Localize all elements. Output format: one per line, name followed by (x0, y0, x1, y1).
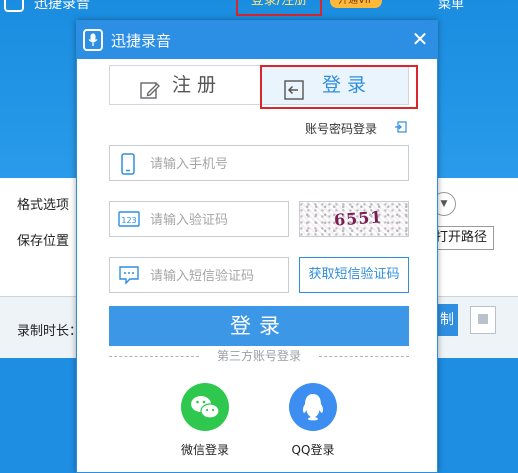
wechat-icon (181, 383, 229, 431)
phone-input[interactable] (148, 146, 402, 182)
vip-badge[interactable]: 开通VIP (330, 0, 382, 8)
dialog-titlebar: 迅捷录音 ✕ (77, 21, 437, 59)
sms-input[interactable] (148, 258, 288, 294)
captcha-input[interactable] (148, 202, 288, 238)
tab-register[interactable]: 注册 (110, 66, 258, 104)
tab-login-label: 登录 (322, 74, 373, 96)
login-dialog: 迅捷录音 ✕ 注册 登录 账号密码登录 请输入手机号 123 请输入验证码 65… (76, 20, 438, 473)
app-title: 迅捷录音 (34, 0, 90, 12)
captcha-field: 123 (109, 201, 289, 238)
edit-icon (140, 75, 160, 113)
sms-field (109, 257, 289, 294)
start-record-button[interactable]: 制 (436, 304, 458, 336)
phone-field (109, 145, 409, 182)
save-location-label: 保存位置 (17, 234, 70, 249)
captcha-code: 6551 (333, 207, 384, 230)
captcha-image[interactable]: 6551 (299, 201, 409, 237)
qq-login[interactable]: QQ登录 (273, 383, 353, 458)
switch-login-icon (395, 121, 407, 133)
svg-text:123: 123 (121, 216, 136, 225)
app-logo-icon (4, 0, 24, 12)
menu-button[interactable]: 菜单 (438, 0, 464, 12)
record-duration-label: 录制时长： (17, 324, 83, 339)
login-icon (284, 75, 304, 113)
sms-icon (118, 265, 140, 289)
qq-icon (289, 383, 337, 431)
qq-login-label: QQ登录 (291, 443, 335, 457)
password-login-label: 账号密码登录 (305, 122, 378, 136)
wechat-login-label: 微信登录 (180, 443, 229, 457)
get-sms-code-button[interactable]: 获取短信验证码 (299, 257, 409, 293)
login-register-link[interactable]: 登录/注册 (236, 0, 322, 16)
microphone-icon (83, 29, 103, 51)
format-options-label: 格式选项 (17, 198, 70, 213)
tab-login[interactable]: 登录 (260, 66, 408, 104)
tab-register-label: 注册 (172, 74, 223, 96)
auth-tabs: 注册 登录 (109, 65, 409, 105)
wechat-login[interactable]: 微信登录 (165, 383, 245, 458)
password-login-link[interactable]: 账号密码登录 (305, 120, 407, 137)
third-party-divider: 第三方账号登录 (109, 347, 409, 365)
dialog-title: 迅捷录音 (111, 32, 172, 50)
stop-button[interactable] (470, 306, 496, 334)
phone-icon (118, 153, 138, 179)
captcha-123-icon: 123 (118, 209, 140, 233)
open-path-button[interactable]: 打开路径 (432, 226, 494, 250)
third-party-label: 第三方账号登录 (216, 349, 301, 363)
close-icon[interactable]: ✕ (409, 28, 431, 50)
login-button[interactable]: 登录 (109, 306, 409, 346)
